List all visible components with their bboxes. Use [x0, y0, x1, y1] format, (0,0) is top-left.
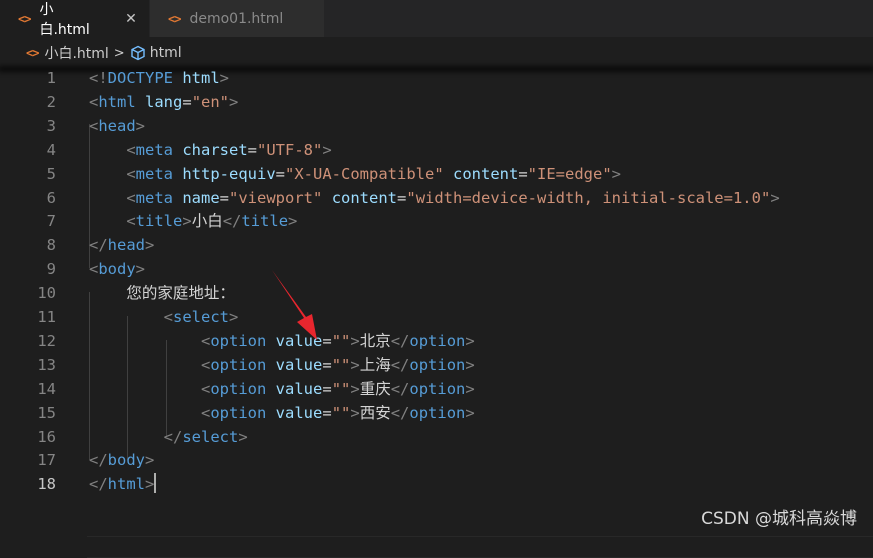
- line-code: </html>: [89, 473, 157, 494]
- code-line[interactable]: 15 <option value="">西安</option>: [0, 401, 873, 425]
- line-code: <title>小白</title>: [126, 212, 298, 231]
- line-code: <option value="">重庆</option>: [200, 379, 475, 398]
- line-number: 17: [37, 451, 56, 470]
- code-line[interactable]: 7 <title>小白</title>: [0, 209, 873, 233]
- line-number: 10: [37, 284, 56, 303]
- code-line[interactable]: 8 </head>: [0, 233, 873, 257]
- code-line[interactable]: 11 <select>: [0, 305, 873, 329]
- text-cursor: [154, 473, 157, 494]
- line-code: <body>: [89, 260, 146, 279]
- code-line[interactable]: 14 <option value="">重庆</option>: [0, 377, 873, 401]
- code-editor[interactable]: 1 <!DOCTYPE html> 2 <html lang="en"> 3 <head>…: [0, 66, 873, 558]
- line-number: 8: [46, 236, 56, 255]
- line-code: <option value="">上海</option>: [200, 355, 475, 374]
- breadcrumb-file[interactable]: 小白.html: [44, 43, 108, 63]
- line-number: 1: [46, 69, 56, 87]
- code-line[interactable]: 1 <!DOCTYPE html>: [0, 66, 873, 90]
- tab-label: 小白.html: [39, 1, 90, 38]
- line-number: 7: [46, 212, 56, 231]
- code-line[interactable]: 6 <meta name="viewport" content="width=d…: [0, 186, 873, 210]
- annotation-arrow-icon: [272, 270, 317, 340]
- line-code: <meta http-equiv="X-UA-Compatible" conte…: [126, 164, 622, 183]
- line-code: </select>: [163, 427, 248, 446]
- code-line[interactable]: 18 </html>: [0, 472, 873, 496]
- code-line[interactable]: 10 您的家庭地址：: [0, 281, 873, 305]
- tab-xiaobai-html[interactable]: <> 小白.html ✕: [0, 0, 150, 38]
- line-code: <meta charset="UTF-8">: [126, 140, 332, 159]
- line-number: 12: [37, 331, 56, 350]
- line-number: 6: [46, 188, 56, 207]
- line-number: 5: [46, 164, 56, 183]
- tab-bar: <> 小白.html ✕ <> demo01.html ✕: [0, 0, 873, 38]
- line-code: </head>: [89, 236, 155, 255]
- breadcrumb-separator: >: [113, 45, 125, 61]
- line-number: 3: [46, 116, 56, 135]
- code-line[interactable]: 2 <html lang="en">: [0, 90, 873, 114]
- line-code: <!DOCTYPE html>: [89, 69, 230, 87]
- code-line[interactable]: 16 </select>: [0, 425, 873, 449]
- line-code: 您的家庭地址：: [89, 284, 235, 303]
- code-line[interactable]: 4 <meta charset="UTF-8">: [0, 138, 873, 162]
- line-code: <head>: [89, 116, 146, 135]
- line-number: 4: [46, 140, 56, 159]
- line-number: 13: [37, 355, 56, 374]
- code-line[interactable]: 12 <option value="">北京</option>: [0, 329, 873, 353]
- breadcrumb-symbol[interactable]: html: [150, 45, 182, 61]
- html-file-icon: <>: [26, 46, 39, 60]
- line-code: <meta name="viewport" content="width=dev…: [126, 188, 780, 207]
- symbol-cube-icon: [130, 45, 146, 61]
- line-number: 14: [37, 379, 56, 398]
- line-number: 11: [37, 308, 56, 326]
- current-line-highlight: [87, 536, 873, 558]
- html-file-icon: <>: [168, 11, 181, 26]
- line-code: <option value="">西安</option>: [200, 403, 475, 422]
- html-file-icon: <>: [18, 11, 31, 26]
- code-line[interactable]: 3 <head>: [0, 114, 873, 138]
- tab-demo01-html[interactable]: <> demo01.html ✕: [150, 0, 325, 37]
- code-line[interactable]: 13 <option value="">上海</option>: [0, 353, 873, 377]
- code-line[interactable]: 17 </body>: [0, 448, 873, 472]
- line-number: 16: [37, 427, 56, 446]
- code-line[interactable]: 5 <meta http-equiv="X-UA-Compatible" con…: [0, 162, 873, 186]
- line-number: 18: [37, 475, 56, 494]
- line-code: <select>: [163, 308, 239, 326]
- watermark: CSDN @城科高焱博: [701, 509, 857, 529]
- tab-label: demo01.html: [189, 10, 284, 27]
- code-line[interactable]: 9 <body>: [0, 257, 873, 281]
- line-number: 2: [46, 92, 56, 111]
- close-icon[interactable]: ✕: [123, 11, 139, 27]
- line-code: <html lang="en">: [89, 92, 239, 111]
- breadcrumb: <> 小白.html > html: [0, 37, 873, 69]
- line-code: </body>: [89, 451, 155, 470]
- line-number: 15: [37, 403, 56, 422]
- line-number: 9: [46, 260, 56, 279]
